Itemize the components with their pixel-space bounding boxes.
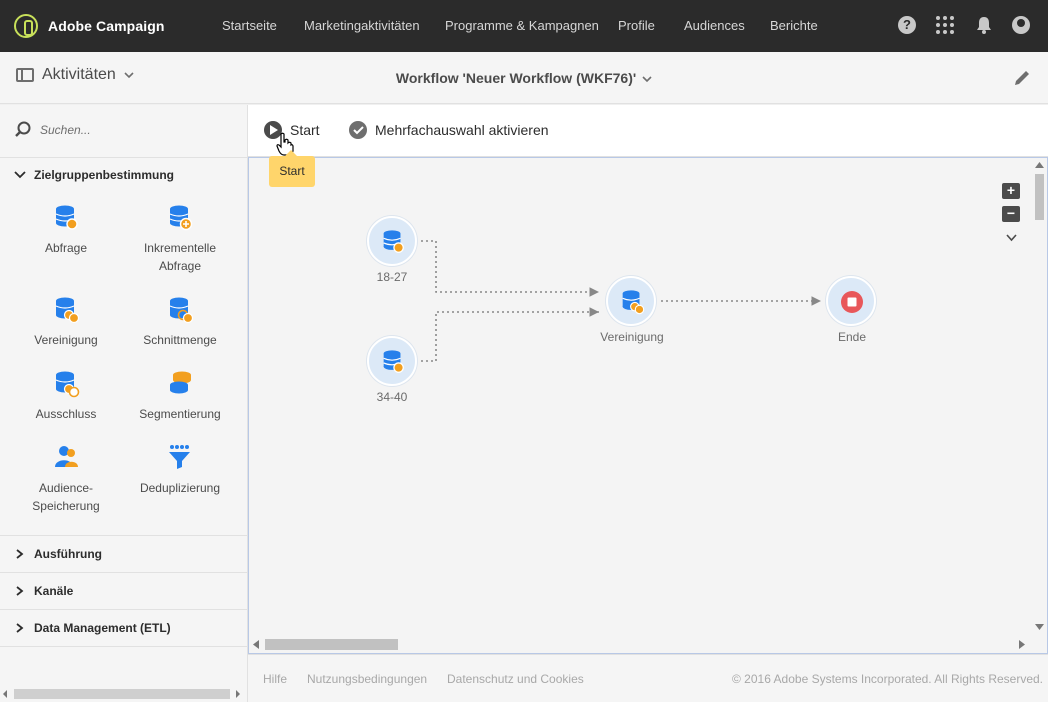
divider xyxy=(0,646,247,647)
chevron-down-icon xyxy=(642,76,652,83)
node-union-vereinigung[interactable] xyxy=(606,276,656,326)
scrollbar-thumb[interactable] xyxy=(1035,174,1044,220)
intersection-icon xyxy=(165,295,195,325)
start-tooltip: Start xyxy=(269,150,315,187)
canvas-vertical-scrollbar[interactable] xyxy=(1032,158,1047,636)
divider xyxy=(0,157,247,158)
node-label: 18-27 xyxy=(376,270,408,284)
activity-vereinigung[interactable]: Vereinigung xyxy=(9,295,123,349)
section-data-management[interactable]: Data Management (ETL) xyxy=(14,621,171,635)
checkmark-icon xyxy=(349,121,367,139)
activity-deduplizierung[interactable]: Deduplizierung xyxy=(123,443,237,497)
activity-label: Schnittmenge xyxy=(143,333,217,347)
adobe-campaign-logo-icon xyxy=(14,14,38,38)
union-icon xyxy=(51,295,81,325)
divider xyxy=(0,572,247,573)
incremental-query-icon xyxy=(165,203,195,233)
node-query-34-40[interactable] xyxy=(367,336,417,386)
nav-profile[interactable]: Profile xyxy=(618,0,655,52)
footer-link-hilfe[interactable]: Hilfe xyxy=(263,672,287,686)
section-ausfuehrung[interactable]: Ausführung xyxy=(14,547,102,561)
scroll-right-icon[interactable] xyxy=(1019,640,1025,649)
user-avatar-icon[interactable] xyxy=(1012,16,1030,34)
node-end[interactable] xyxy=(826,276,876,326)
divider xyxy=(0,535,247,536)
nav-audiences[interactable]: Audiences xyxy=(684,0,745,52)
node-query-18-27[interactable] xyxy=(367,216,417,266)
node-label: 34-40 xyxy=(376,390,408,404)
brand[interactable]: Adobe Campaign xyxy=(14,12,165,40)
chevron-down-icon xyxy=(14,171,26,179)
nav-berichte[interactable]: Berichte xyxy=(770,0,818,52)
activity-ausschluss[interactable]: Ausschluss xyxy=(9,369,123,423)
connection-34-40-to-vereinigung xyxy=(421,307,599,362)
scroll-right-icon[interactable] xyxy=(235,689,241,699)
activity-label: Inkrementelle Abfrage xyxy=(143,241,217,273)
chevron-right-icon xyxy=(16,623,24,633)
apps-grid-icon[interactable] xyxy=(936,16,954,34)
scroll-left-icon[interactable] xyxy=(253,640,259,649)
page-header: Aktivitäten Workflow 'Neuer Workflow (WK… xyxy=(0,52,1048,104)
node-label: Ende xyxy=(837,330,867,344)
top-bar: Adobe Campaign Startseite Marketingaktiv… xyxy=(0,0,1048,52)
query-icon xyxy=(383,230,404,253)
activity-segmentierung[interactable]: Segmentierung xyxy=(123,369,237,423)
workflow-canvas[interactable]: 18-27 34-40 Vereinigung Ende + − xyxy=(248,157,1048,654)
nav-startseite[interactable]: Startseite xyxy=(222,0,277,52)
exclusion-icon xyxy=(51,369,81,399)
copyright: © 2016 Adobe Systems Incorporated. All R… xyxy=(732,672,1044,686)
activity-label: Segmentierung xyxy=(139,407,221,421)
scrollbar-thumb[interactable] xyxy=(14,689,230,699)
multiselect-toggle[interactable]: Mehrfachauswahl aktivieren xyxy=(349,121,549,139)
nav-marketingaktivitaeten[interactable]: Marketingaktivitäten xyxy=(304,0,420,52)
workflow-toolbar: Start Mehrfachauswahl aktivieren xyxy=(248,105,1048,157)
footer-link-nutzungsbedingungen[interactable]: Nutzungsbedingungen xyxy=(307,672,427,686)
query-icon xyxy=(383,350,404,373)
section-kanaele[interactable]: Kanäle xyxy=(14,584,73,598)
zoom-out-button[interactable]: − xyxy=(1002,206,1020,222)
nav-programme-kampagnen[interactable]: Programme & Kampagnen xyxy=(445,0,599,52)
activity-label: Ausschluss xyxy=(35,407,97,421)
scrollbar-thumb[interactable] xyxy=(265,639,398,650)
footer: Hilfe Nutzungsbedingungen Datenschutz un… xyxy=(248,654,1048,702)
divider xyxy=(0,609,247,610)
bell-icon[interactable] xyxy=(976,16,992,34)
node-label: Vereinigung xyxy=(600,330,664,344)
activity-abfrage[interactable]: Abfrage xyxy=(9,203,123,257)
activity-label: Vereinigung xyxy=(34,333,98,347)
scroll-left-icon[interactable] xyxy=(2,689,8,699)
query-icon xyxy=(51,203,81,233)
edit-pencil-icon[interactable] xyxy=(1012,68,1032,88)
connection-18-27-to-vereinigung xyxy=(421,240,599,297)
activity-audience-speicherung[interactable]: Audience-Speicherung xyxy=(9,443,123,515)
sidebar-scrollbar[interactable] xyxy=(0,683,247,702)
search-input[interactable]: Suchen... xyxy=(40,123,91,137)
footer-link-datenschutz[interactable]: Datenschutz und Cookies xyxy=(447,672,584,686)
activity-schnittmenge[interactable]: Schnittmenge xyxy=(123,295,237,349)
search-box[interactable]: Suchen... xyxy=(14,121,91,139)
activity-inkrementelle-abfrage[interactable]: Inkrementelle Abfrage xyxy=(123,203,237,275)
activity-label: Deduplizierung xyxy=(139,481,221,495)
scroll-down-icon[interactable] xyxy=(1035,624,1044,630)
activity-label: Abfrage xyxy=(44,241,88,255)
canvas-horizontal-scrollbar[interactable] xyxy=(249,636,1047,653)
section-zielgruppenbestimmung[interactable]: Zielgruppenbestimmung xyxy=(14,168,174,182)
activities-sidebar: Suchen... Zielgruppenbestimmung Abfrage … xyxy=(0,105,248,702)
segmentation-icon xyxy=(165,369,195,399)
union-icon xyxy=(622,290,645,315)
activity-label: Audience-Speicherung xyxy=(32,481,100,513)
workflow-title[interactable]: Workflow 'Neuer Workflow (WKF76)' xyxy=(0,70,1048,86)
chevron-right-icon xyxy=(16,586,24,596)
app-name: Adobe Campaign xyxy=(48,18,165,34)
help-icon[interactable]: ? xyxy=(898,16,916,34)
search-icon xyxy=(15,121,31,137)
chevron-right-icon xyxy=(16,549,24,559)
scroll-up-icon[interactable] xyxy=(1035,162,1044,168)
deduplication-icon xyxy=(165,443,195,473)
save-audience-icon xyxy=(51,443,81,473)
stop-icon xyxy=(841,291,863,313)
chevron-down-icon[interactable] xyxy=(1006,234,1017,242)
zoom-in-button[interactable]: + xyxy=(1002,183,1020,199)
